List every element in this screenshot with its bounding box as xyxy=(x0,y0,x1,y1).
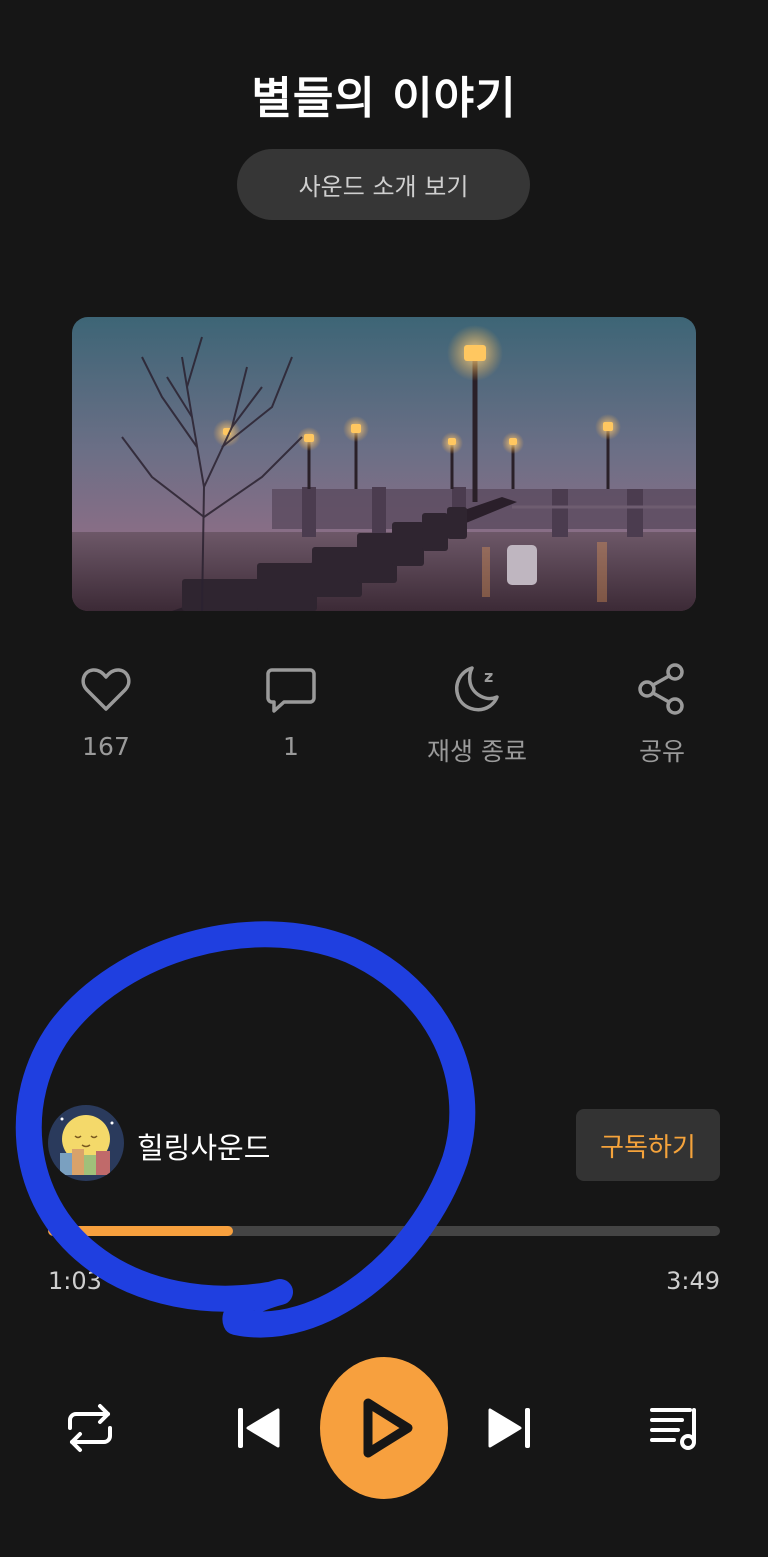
previous-button[interactable] xyxy=(230,1400,286,1456)
page-title: 별들의 이야기 xyxy=(251,73,517,124)
annotation-circle xyxy=(15,921,476,1338)
sleep-timer-action[interactable]: z 재생 종료 xyxy=(417,660,537,768)
cover-image xyxy=(72,317,696,611)
comment-action[interactable]: 1 xyxy=(231,660,351,761)
playlist-button[interactable] xyxy=(648,1400,704,1456)
current-time: 1:03 xyxy=(48,1267,102,1295)
sleep-timer-label: 재생 종료 xyxy=(427,737,527,766)
next-button[interactable] xyxy=(482,1400,538,1456)
subscribe-button[interactable]: 구독하기 xyxy=(576,1109,720,1181)
heart-icon xyxy=(81,668,131,711)
next-icon xyxy=(488,1408,530,1448)
repeat-button[interactable] xyxy=(62,1400,118,1456)
previous-icon xyxy=(238,1408,280,1448)
share-label: 공유 xyxy=(638,737,685,766)
like-action[interactable]: 167 xyxy=(46,660,166,761)
comment-count: 1 xyxy=(283,732,299,761)
like-count: 167 xyxy=(82,732,130,761)
share-icon xyxy=(638,663,684,715)
play-button[interactable] xyxy=(320,1357,448,1499)
progress-bar[interactable] xyxy=(48,1226,720,1236)
share-action[interactable]: 공유 xyxy=(602,660,722,768)
channel-avatar[interactable] xyxy=(48,1105,124,1181)
total-time: 3:49 xyxy=(666,1267,720,1295)
svg-text:z: z xyxy=(484,667,493,686)
progress-fill xyxy=(48,1226,233,1236)
moon-icon: z xyxy=(455,666,499,712)
repeat-icon xyxy=(68,1404,112,1452)
comment-icon xyxy=(266,668,316,713)
sound-intro-button[interactable]: 사운드 소개 보기 xyxy=(237,149,530,220)
channel-name[interactable]: 힐링사운드 xyxy=(137,1125,270,1167)
play-icon xyxy=(320,1357,448,1499)
playlist-icon xyxy=(650,1408,696,1450)
